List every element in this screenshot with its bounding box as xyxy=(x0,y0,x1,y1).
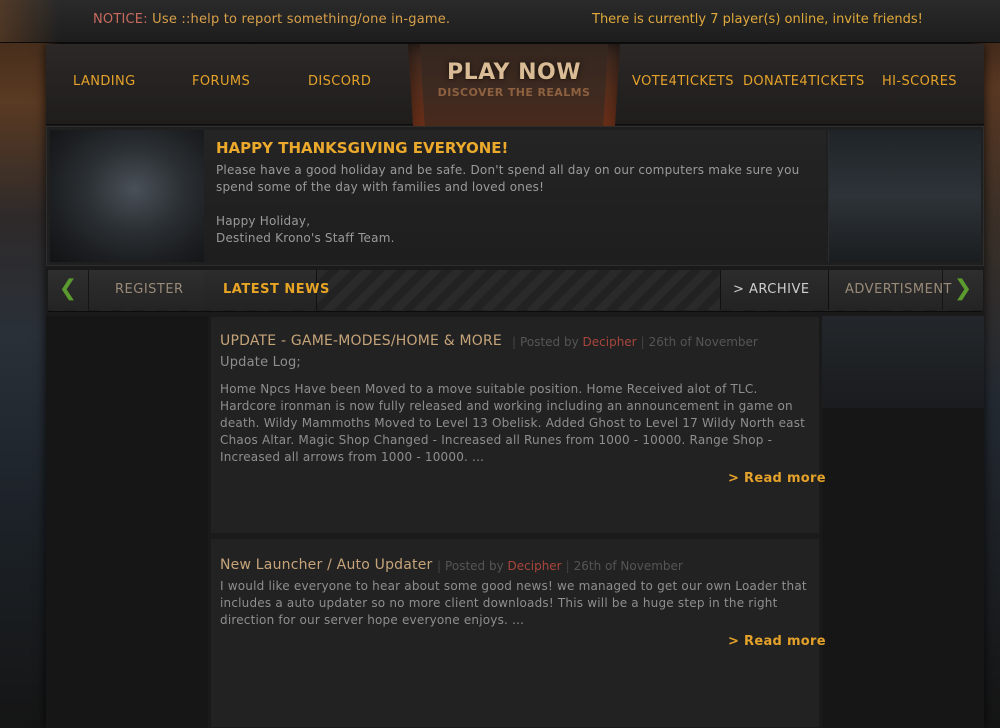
players-online-text: There is currently 7 player(s) online, i… xyxy=(592,12,923,27)
prev-button[interactable]: ❮ xyxy=(48,270,89,310)
post-excerpt: Home Npcs Have been Moved to a move suit… xyxy=(220,381,812,466)
nav-donate4tickets-link[interactable]: DONATE4TICKETS xyxy=(743,74,865,89)
notice-message: NOTICE: Use ::help to report something/o… xyxy=(93,12,450,27)
banner-body: Please have a good holiday and be safe. … xyxy=(216,162,816,247)
read-more-link[interactable]: > Read more xyxy=(728,471,826,486)
post-title[interactable]: New Launcher / Auto Updater xyxy=(220,557,432,573)
post-date: 26th of November xyxy=(648,335,758,349)
advertisment-box xyxy=(822,316,984,408)
notice-bar-glow xyxy=(0,0,60,42)
chevron-left-icon[interactable]: ❮ xyxy=(48,276,88,301)
register-tab-label[interactable]: REGISTER xyxy=(115,282,184,297)
latest-news-tab-label[interactable]: LATEST NEWS xyxy=(223,282,330,297)
notice-label: NOTICE: xyxy=(93,12,148,27)
post-excerpt: I would like everyone to hear about some… xyxy=(220,578,812,629)
post-excerpt-text: Home Npcs Have been Moved to a move suit… xyxy=(220,382,806,464)
nav-landing-link[interactable]: LANDING xyxy=(73,74,136,89)
banner-image-right xyxy=(828,130,981,262)
banner-image-left xyxy=(50,130,205,262)
banner-signature: Destined Krono's Staff Team. xyxy=(216,231,395,245)
post-meta: | Posted by Decipher | 26th of November xyxy=(437,559,683,573)
post-title[interactable]: UPDATE - GAME-MODES/HOME & MORE xyxy=(220,333,502,349)
post-intro: Update Log; xyxy=(220,355,302,370)
read-more-link[interactable]: > Read more xyxy=(728,634,826,649)
post-author[interactable]: Decipher xyxy=(583,335,637,349)
posted-by-label: Posted by xyxy=(445,559,504,573)
archive-tab-label[interactable]: > ARCHIVE xyxy=(733,282,810,297)
nav-vote4tickets-link[interactable]: VOTE4TICKETS xyxy=(632,74,734,89)
nav-forums-link[interactable]: FORUMS xyxy=(192,74,250,89)
play-now-title[interactable]: PLAY NOW xyxy=(408,60,620,85)
left-sidebar-column xyxy=(46,316,208,728)
banner-message: Please have a good holiday and be safe. … xyxy=(216,163,800,194)
post-date: 26th of November xyxy=(573,559,683,573)
advertisment-label: ADVERTISMENT xyxy=(845,282,952,297)
nav-hiscores-link[interactable]: HI-SCORES xyxy=(882,74,957,89)
banner-signoff: Happy Holiday, xyxy=(216,214,311,228)
post-meta: | Posted by Decipher | 26th of November xyxy=(512,335,758,349)
posted-by-label: Posted by xyxy=(520,335,579,349)
banner-title: HAPPY THANKSGIVING EVERYONE! xyxy=(216,139,509,157)
post-author[interactable]: Decipher xyxy=(508,559,562,573)
post-body: Update Log; xyxy=(220,354,812,371)
notice-text: Use ::help to report something/one in-ga… xyxy=(147,12,451,27)
play-now-subtitle[interactable]: DISCOVER THE REALMS xyxy=(408,86,620,99)
post-excerpt-text: I would like everyone to hear about some… xyxy=(220,579,807,627)
nav-discord-link[interactable]: DISCORD xyxy=(308,74,371,89)
